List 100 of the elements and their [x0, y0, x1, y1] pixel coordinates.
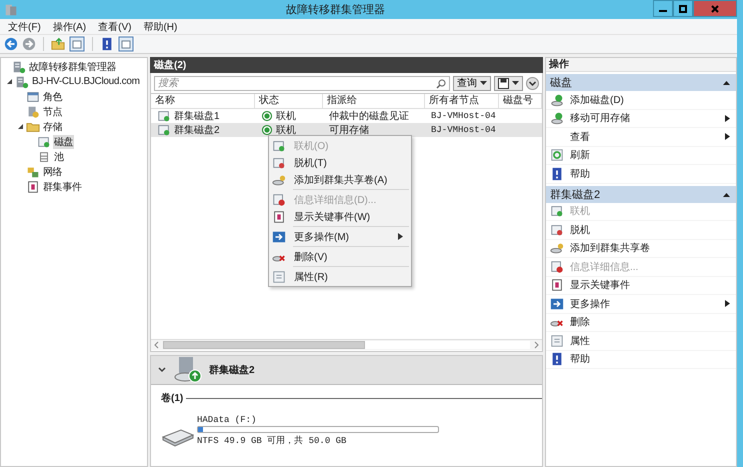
window-icon: [26, 90, 40, 104]
scroll-right-icon[interactable]: [532, 341, 540, 349]
column-header[interactable]: 所有者节点: [425, 94, 499, 108]
minimize-button[interactable]: [653, 0, 673, 17]
disk-info-icon: [272, 192, 286, 206]
query-button[interactable]: 查询: [453, 76, 491, 90]
menu-item[interactable]: 属性(R): [269, 268, 411, 285]
save-query-button[interactable]: [494, 76, 523, 90]
tree-item[interactable]: 群集事件: [42, 180, 83, 194]
table-cell-text: 联机: [276, 124, 296, 137]
tree-item[interactable]: 磁盘: [53, 134, 74, 148]
menu-item[interactable]: 删除(V): [269, 248, 411, 265]
section-title: 磁盘: [550, 76, 572, 90]
action-item[interactable]: 移动可用存储: [546, 110, 736, 128]
menu-item[interactable]: 帮助(H): [143, 20, 178, 34]
volume-name: HAData (F:): [197, 415, 258, 425]
close-icon: [711, 4, 719, 12]
tree-item[interactable]: 存储: [42, 120, 64, 134]
cylinder-icon: [37, 150, 51, 164]
pane-icon[interactable]: [118, 36, 134, 52]
expand-arrow-icon[interactable]: [17, 123, 24, 130]
tree-item[interactable]: 网络: [42, 164, 64, 178]
action-item[interactable]: 添加到群集共享卷: [546, 240, 736, 258]
column-header[interactable]: 名称: [151, 94, 255, 108]
table-cell-text: 可用存储: [329, 124, 369, 137]
table-cell-text: 群集磁盘2: [174, 124, 220, 137]
disk-icon: [272, 172, 286, 186]
disk-info-icon: [550, 260, 564, 274]
table-row[interactable]: 群集磁盘2 联机 可用存储 BJ-VMHost-04: [151, 123, 542, 137]
help-icon: [550, 166, 564, 181]
tree-item[interactable]: 池: [53, 150, 65, 164]
action-item[interactable]: 帮助: [546, 165, 736, 184]
tree-item[interactable]: 故障转移群集管理器: [28, 60, 118, 74]
scroll-left-icon[interactable]: [153, 341, 161, 349]
table-cell-text: 群集磁盘1: [174, 110, 220, 123]
event-log-icon: [26, 180, 40, 194]
refresh-icon: [550, 148, 564, 162]
table-cell: BJ-VMHost-04: [431, 111, 496, 121]
action-item[interactable]: 刷新: [546, 146, 736, 165]
menu-item[interactable]: 操作(A): [52, 20, 86, 34]
online-status-icon: [261, 124, 273, 136]
event-log-icon: [272, 210, 286, 224]
submenu-arrow-icon: [725, 133, 730, 140]
column-header[interactable]: 磁盘号: [499, 94, 542, 108]
menu-item[interactable]: 添加到群集共享卷(A): [269, 171, 411, 188]
dropdown-arrow-icon: [512, 80, 519, 86]
action-item[interactable]: 显示关键事件: [546, 276, 736, 295]
section-header[interactable]: 群集磁盘2: [546, 186, 736, 202]
tree-item[interactable]: 角色: [42, 90, 64, 104]
forward-arrow-icon[interactable]: [22, 37, 36, 51]
menu-item[interactable]: 文件(F): [8, 20, 41, 34]
search-field[interactable]: 搜索: [154, 76, 450, 90]
properties-icon: [550, 334, 564, 348]
online-status-icon: [261, 110, 273, 122]
tree-item[interactable]: BJ-HV-CLU.BJCloud.com: [31, 76, 141, 87]
action-item[interactable]: 脱机: [546, 221, 736, 240]
volume-summary: NTFS 49.9 GB 可用，共 50.0 GB: [197, 434, 348, 447]
action-item[interactable]: 添加磁盘(D): [546, 91, 736, 110]
server-icon: [26, 104, 40, 118]
menu-item[interactable]: 显示关键事件(W): [269, 208, 411, 225]
section-header[interactable]: 磁盘: [546, 74, 736, 91]
event-log-icon: [550, 278, 564, 292]
expand-chevron-icon[interactable]: [526, 76, 539, 90]
table-cell-text: 联机: [276, 110, 296, 123]
drive-icon: [161, 427, 195, 447]
save-icon: [498, 78, 509, 88]
action-item[interactable]: 删除: [546, 314, 736, 332]
details-title: 群集磁盘2: [209, 364, 255, 377]
pane-icon[interactable]: [69, 36, 85, 52]
menu-item[interactable]: 查看(V): [98, 20, 132, 34]
tree-item[interactable]: 节点: [42, 104, 64, 118]
collapse-chevron-icon[interactable]: [157, 365, 167, 375]
column-header[interactable]: 指派给: [323, 94, 425, 108]
search-icon: [436, 78, 446, 88]
menu-item[interactable]: 更多操作(M): [269, 228, 411, 245]
network-icon: [26, 164, 40, 178]
action-item[interactable]: 属性: [546, 332, 736, 350]
pane-title: 操作: [549, 59, 569, 70]
collapse-arrow-icon[interactable]: [723, 80, 730, 85]
horizontal-scrollbar[interactable]: [151, 339, 542, 350]
table-cell: BJ-VMHost-04: [431, 125, 496, 135]
disk-add-icon: [550, 111, 564, 126]
table-row[interactable]: 群集磁盘1 联机 仲裁中的磁盘见证 BJ-VMHost-04: [151, 109, 542, 123]
action-item[interactable]: 帮助: [546, 350, 736, 369]
action-item[interactable]: 查看: [546, 128, 736, 146]
submenu-arrow-icon: [725, 300, 730, 308]
help-icon[interactable]: [100, 37, 114, 51]
column-header[interactable]: 状态: [255, 94, 323, 108]
submenu-arrow-icon: [725, 114, 730, 122]
disk-add-icon: [550, 92, 564, 107]
back-arrow-icon[interactable]: [4, 37, 18, 51]
server-icon: [15, 74, 29, 88]
menu-item[interactable]: 脱机(T): [269, 154, 411, 171]
close-button[interactable]: [693, 0, 737, 17]
section-heading: 卷(1): [161, 392, 184, 405]
action-item[interactable]: 更多操作: [546, 295, 736, 314]
expand-arrow-icon[interactable]: [6, 78, 13, 85]
folder-up-icon[interactable]: [51, 37, 65, 51]
maximize-button[interactable]: [673, 0, 693, 17]
collapse-arrow-icon[interactable]: [723, 192, 730, 196]
